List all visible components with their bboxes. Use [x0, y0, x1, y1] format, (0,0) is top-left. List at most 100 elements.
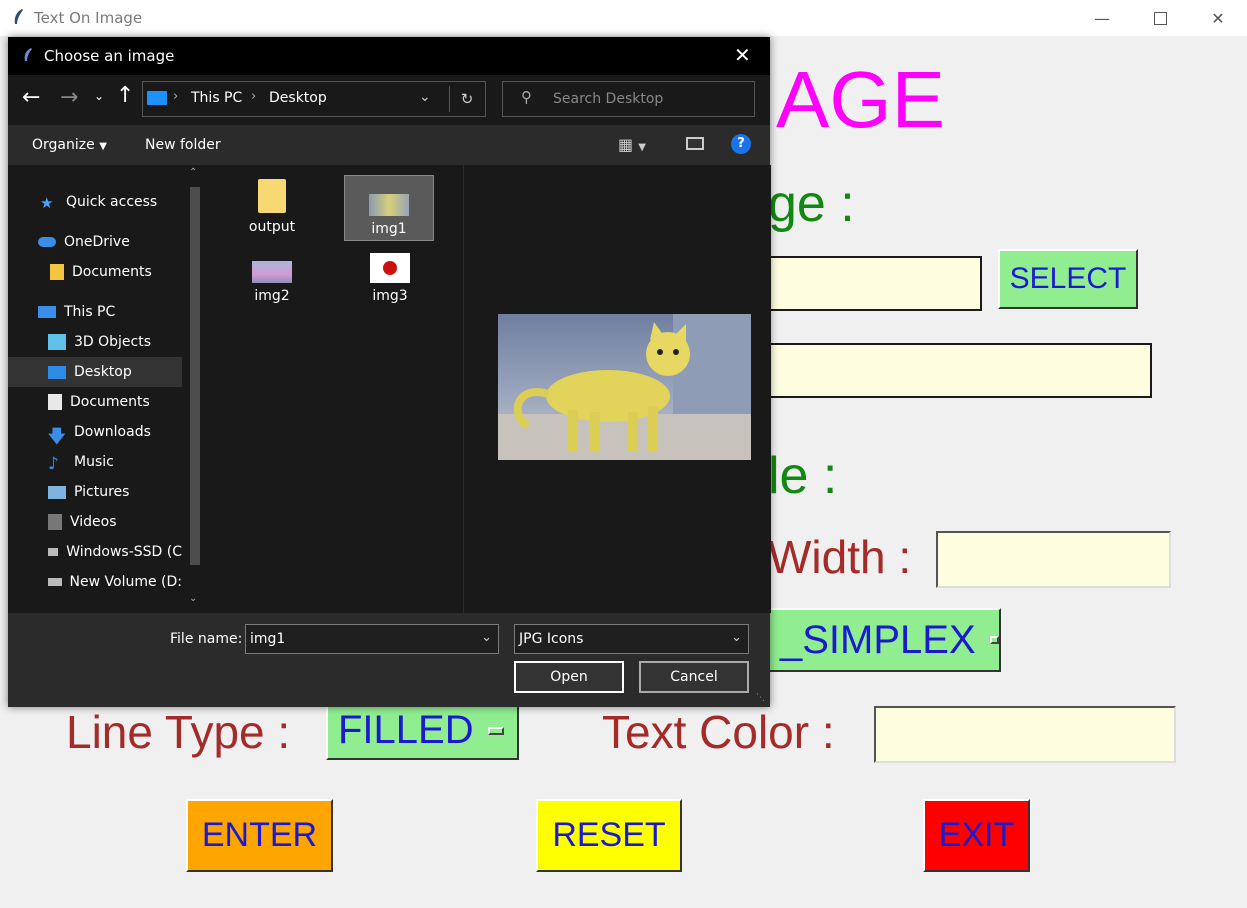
- dialog-toolbar: Organize ▼ New folder ▦ ▼ ?: [8, 125, 770, 165]
- file-name: output: [248, 219, 296, 235]
- sidebar-scrollbar[interactable]: ⌃ ⌄: [186, 165, 204, 613]
- file-type-value: JPG Icons: [519, 631, 584, 647]
- file-item[interactable]: output: [226, 177, 318, 235]
- help-icon[interactable]: ?: [731, 134, 751, 154]
- sidebar-item-label: This PC: [64, 304, 116, 320]
- sidebar-item-documents[interactable]: Documents: [8, 257, 182, 287]
- search-icon: ⚲: [521, 88, 532, 106]
- breadcrumb-item[interactable]: Desktop: [269, 90, 327, 106]
- sidebar-item-documents-pc[interactable]: Documents: [8, 387, 182, 417]
- sidebar-item-music[interactable]: ♪ Music: [8, 447, 182, 477]
- chevron-down-icon[interactable]: ⌄: [481, 630, 492, 645]
- image-preview: [498, 314, 751, 460]
- file-name-label: File name:: [170, 631, 243, 647]
- minimize-button[interactable]: —: [1073, 0, 1131, 36]
- file-name: img3: [372, 288, 408, 304]
- organize-button[interactable]: Organize ▼: [32, 137, 107, 153]
- maximize-icon: [1153, 11, 1167, 25]
- sidebar-item-videos[interactable]: Videos: [8, 507, 182, 537]
- sidebar-item-this-pc[interactable]: This PC: [8, 297, 182, 327]
- sidebar-item-downloads[interactable]: 🡇 Downloads: [8, 417, 182, 447]
- refresh-icon[interactable]: ↻: [449, 86, 484, 112]
- change-view-button[interactable]: ▦ ▼: [618, 135, 646, 154]
- textcolor-label: Text Color :: [602, 706, 835, 758]
- text-input[interactable]: [768, 343, 1152, 398]
- search-box[interactable]: ⚲ Search Desktop: [502, 81, 755, 117]
- sidebar-item-new-volume[interactable]: New Volume (D:: [8, 567, 182, 597]
- textcolor-input[interactable]: [874, 706, 1176, 763]
- sidebar-item-quick-access[interactable]: ★ Quick access: [8, 187, 182, 217]
- linetype-label: Line Type :: [66, 706, 291, 758]
- dialog-navbar: ← → ⌄ ↑ › This PC › Desktop ⌄ ↻ ⚲ Search…: [8, 75, 770, 125]
- open-button[interactable]: Open: [514, 661, 624, 693]
- new-folder-button[interactable]: New folder: [145, 137, 221, 153]
- sidebar-item-label: Documents: [70, 394, 150, 410]
- scrollbar-thumb[interactable]: [190, 187, 200, 565]
- font-option-value: _SIMPLEX: [780, 617, 976, 662]
- forward-button[interactable]: →: [60, 85, 78, 110]
- sidebar-item-windows-ssd[interactable]: Windows-SSD (C: [8, 537, 182, 567]
- chevron-down-icon: ⌄: [94, 89, 105, 103]
- address-dropdown-icon[interactable]: ⌄: [419, 89, 431, 105]
- file-item-selected[interactable]: img1: [344, 175, 434, 241]
- resize-grip-icon[interactable]: ⋱: [756, 693, 765, 703]
- breadcrumb-separator-icon: ›: [173, 89, 179, 104]
- file-name: img1: [371, 221, 407, 237]
- file-list: output img1 img2 img3: [206, 165, 462, 613]
- preview-pane-icon[interactable]: [686, 137, 704, 150]
- chevron-down-icon: ⌄: [731, 630, 742, 645]
- sidebar-item-label: Desktop: [74, 364, 132, 380]
- close-icon: ✕: [734, 43, 751, 67]
- file-type-select[interactable]: JPG Icons ⌄: [514, 624, 749, 654]
- reset-button[interactable]: RESET: [536, 799, 682, 872]
- preview-pane: [463, 165, 771, 613]
- linetype-option-menu[interactable]: FILLED: [326, 701, 519, 760]
- music-icon: ♪: [48, 454, 59, 474]
- computer-icon: [38, 306, 56, 318]
- download-icon: 🡇: [48, 427, 66, 447]
- scroll-down-icon[interactable]: ⌄: [189, 593, 197, 604]
- breadcrumb-item[interactable]: This PC: [191, 90, 242, 106]
- sidebar-item-pictures[interactable]: Pictures: [8, 477, 182, 507]
- cloud-icon: [38, 237, 56, 247]
- address-bar[interactable]: › This PC › Desktop ⌄ ↻: [142, 81, 486, 117]
- linetype-option-value: FILLED: [338, 708, 474, 752]
- sidebar-item-label: Documents: [72, 264, 152, 280]
- dialog-close-button[interactable]: ✕: [734, 43, 751, 67]
- file-item[interactable]: img2: [226, 261, 318, 304]
- dropdown-indicator-icon: [487, 726, 504, 735]
- width-input[interactable]: [936, 531, 1171, 588]
- maximize-button[interactable]: [1131, 0, 1189, 36]
- cancel-button[interactable]: Cancel: [639, 661, 749, 693]
- back-button[interactable]: ←: [22, 85, 40, 110]
- arrow-up-icon: ↑: [116, 83, 135, 108]
- sidebar-item-3d-objects[interactable]: 3D Objects: [8, 327, 182, 357]
- dropdown-indicator-icon: [989, 636, 999, 644]
- up-button[interactable]: ↑: [116, 83, 134, 108]
- feather-icon: [14, 9, 23, 24]
- breadcrumb-separator-icon: ›: [251, 89, 257, 104]
- star-icon: ★: [40, 194, 54, 212]
- file-name-input[interactable]: img1 ⌄: [245, 624, 499, 654]
- folder-icon: [258, 179, 286, 213]
- sidebar-item-label: Downloads: [74, 424, 151, 440]
- scroll-up-icon[interactable]: ⌃: [189, 167, 197, 178]
- navigation-pane: ★ Quick access OneDrive Documents This PC…: [8, 165, 206, 613]
- close-button[interactable]: ✕: [1189, 0, 1247, 36]
- sidebar-item-onedrive[interactable]: OneDrive: [8, 227, 182, 257]
- exit-button[interactable]: EXIT: [923, 799, 1030, 872]
- sidebar-item-label: OneDrive: [64, 234, 130, 250]
- caret-down-icon: ▼: [638, 142, 646, 153]
- image-thumbnail-icon: [369, 194, 409, 216]
- enter-button[interactable]: ENTER: [186, 799, 333, 872]
- recent-locations-button[interactable]: ⌄: [94, 89, 104, 103]
- select-button[interactable]: SELECT: [998, 249, 1138, 309]
- image-path-input[interactable]: [768, 256, 982, 311]
- sidebar-item-desktop[interactable]: Desktop: [8, 357, 182, 387]
- image-section-label: ge :: [768, 175, 855, 233]
- file-item[interactable]: img3: [344, 253, 436, 304]
- arrow-right-icon: →: [60, 85, 79, 110]
- font-option-menu[interactable]: _SIMPLEX: [768, 608, 1001, 672]
- drive-icon: [48, 578, 62, 586]
- pictures-icon: [48, 485, 66, 499]
